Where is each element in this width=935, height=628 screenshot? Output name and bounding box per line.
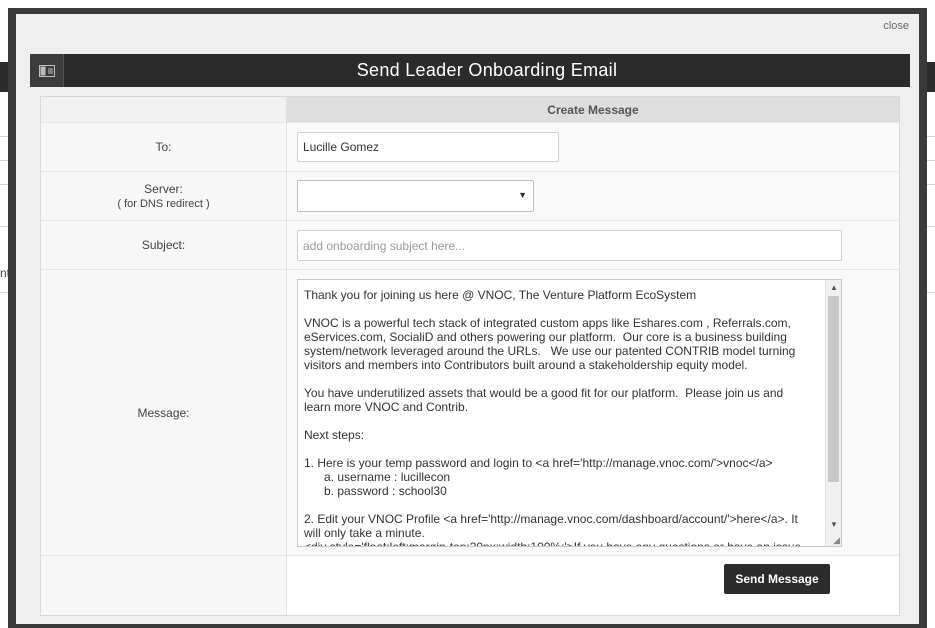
subject-placeholder: add onboarding subject here... — [303, 238, 466, 253]
server-row: Server: ( for DNS redirect ) ▼ — [41, 172, 899, 221]
message-label: Message: — [41, 270, 287, 555]
server-label: Server: — [144, 182, 183, 196]
send-email-modal: close Send Leader Onboarding Email Creat… — [8, 8, 927, 628]
modal-title-bar: Send Leader Onboarding Email — [30, 54, 910, 87]
action-cell: Send Message — [41, 556, 899, 615]
server-select[interactable]: ▼ — [297, 180, 534, 212]
form-header-spacer — [41, 97, 287, 122]
message-row: Message: Thank you for joining us here @… — [41, 270, 899, 556]
to-field[interactable]: Lucille Gomez — [297, 132, 559, 162]
subject-label: Subject: — [41, 221, 287, 269]
modal-body: close Send Leader Onboarding Email Creat… — [16, 14, 919, 624]
message-body: Thank you for joining us here @ VNOC, Th… — [304, 288, 802, 547]
to-cell: Lucille Gomez — [287, 123, 899, 171]
form-header-row: Create Message — [41, 97, 899, 123]
action-row: Send Message — [41, 556, 899, 615]
to-label: To: — [41, 123, 287, 171]
chevron-down-icon: ▼ — [518, 190, 527, 200]
scroll-up-icon[interactable]: ▲ — [826, 281, 841, 295]
scrollbar-thumb[interactable] — [828, 296, 839, 482]
to-value: Lucille Gomez — [303, 140, 380, 154]
email-form: Create Message To: Lucille Gomez Server:… — [40, 96, 900, 616]
message-scrollbar[interactable]: ▲ ▼ — [825, 280, 841, 546]
to-row: To: Lucille Gomez — [41, 123, 899, 172]
scroll-down-icon[interactable]: ▼ — [826, 518, 841, 532]
sidebar-toggle-icon[interactable] — [30, 54, 64, 87]
subject-row: Subject: add onboarding subject here... — [41, 221, 899, 270]
send-message-button[interactable]: Send Message — [724, 564, 830, 594]
server-label-cell: Server: ( for DNS redirect ) — [41, 172, 287, 220]
server-sublabel: ( for DNS redirect ) — [117, 198, 210, 210]
subject-cell: add onboarding subject here... — [287, 221, 899, 269]
close-link[interactable]: close — [883, 20, 909, 32]
form-header: Create Message — [287, 97, 899, 122]
subject-input[interactable]: add onboarding subject here... — [297, 230, 842, 261]
server-cell: ▼ — [287, 172, 899, 220]
modal-title: Send Leader Onboarding Email — [356, 60, 618, 80]
resize-handle-icon[interactable]: ◢ — [830, 535, 840, 545]
message-textarea[interactable]: Thank you for joining us here @ VNOC, Th… — [297, 279, 842, 547]
message-cell: Thank you for joining us here @ VNOC, Th… — [287, 270, 899, 555]
